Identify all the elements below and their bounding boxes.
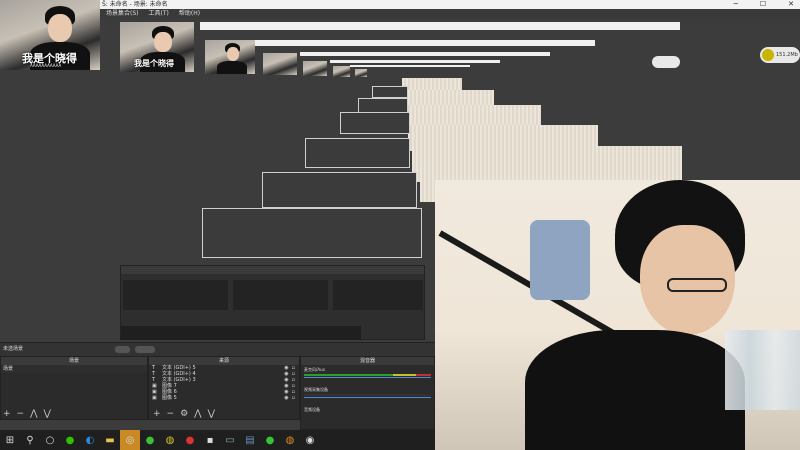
mixer-channel-1-label: 麦克风/Aux — [304, 367, 325, 372]
mixer-bottom-label: 音频设备 — [304, 407, 320, 412]
webcam-preview-2: 我是个晓得 — [120, 22, 194, 72]
scene-item[interactable]: 场景 — [1, 365, 147, 373]
nested-camera-frame-3 — [406, 105, 541, 127]
chair-back — [530, 220, 590, 300]
nested-obs-ui-6 — [202, 208, 422, 258]
menu-help[interactable]: 帮助(H) — [179, 9, 200, 19]
mixer-column-title: 混音器 — [301, 357, 434, 365]
obs-icon[interactable]: ◉ — [300, 430, 320, 450]
dock-header: 未选场景 — [0, 342, 435, 356]
add-scene-button[interactable]: + — [3, 410, 11, 420]
scenes-column-title: 场景 — [1, 357, 147, 365]
remove-source-button[interactable]: − — [167, 410, 175, 420]
nested-obs-ui-4 — [305, 138, 410, 168]
webcam-preview-3 — [205, 40, 255, 74]
netease-music-icon[interactable]: ● — [180, 430, 200, 450]
search-icon[interactable]: ⚲ — [20, 430, 40, 450]
sources-column-title: 来源 — [149, 357, 299, 365]
network-status-icon — [762, 49, 774, 61]
mixer-panel: 混音器 麦克风/Aux 视频采集设备 音频设备 — [300, 356, 435, 430]
app-green-icon[interactable]: ● — [140, 430, 160, 450]
mixer-slider-2[interactable] — [304, 397, 431, 398]
webcam-preview-large: 我是个晓得 AAAAAAAAAAA — [0, 0, 100, 70]
nested-obs-ui-5 — [262, 172, 417, 208]
source-settings-button[interactable]: ⚙ — [180, 410, 188, 420]
source-item[interactable]: ▣ 图像 5 ◉ ▫ — [149, 395, 299, 401]
webcam-preview-6 — [333, 66, 350, 77]
mixer-meter-2 — [304, 394, 431, 396]
maximize-button[interactable]: ☐ — [760, 0, 766, 9]
mixer-channel-2-label: 视频采集设备 — [304, 387, 328, 392]
nested-titlebar-1 — [200, 22, 680, 30]
scenes-header: 未选场景 — [3, 346, 24, 352]
remove-scene-button[interactable]: − — [17, 410, 25, 420]
explorer-icon[interactable]: ▬ — [100, 430, 120, 450]
source-down-button[interactable]: ⋁ — [208, 410, 215, 420]
task-view-icon[interactable]: ○ — [40, 430, 60, 450]
webcam-preview-4 — [263, 53, 297, 75]
water-bottles — [725, 330, 800, 410]
windows-start-icon[interactable]: ⊞ — [0, 430, 20, 450]
taskbar: ⊞ ⚲ ○ ● ◐ ▬ ◎ ● ◍ ● ▪ ▭ ▤ ● ◍ ◉ — [0, 430, 435, 450]
app-monitor-icon[interactable]: ▭ — [220, 430, 240, 450]
glasses — [667, 278, 727, 292]
menu-tools[interactable]: 工具(T) — [149, 9, 169, 19]
close-button[interactable]: ✕ — [788, 0, 794, 9]
source-label: 图像 5 — [162, 395, 177, 401]
minimize-button[interactable]: ─ — [734, 0, 738, 9]
nested-obs-ui-1 — [372, 86, 408, 98]
nested-obs-dock — [120, 265, 425, 340]
sources-toolbar: + − ⚙ ⋀ ⋁ — [150, 410, 300, 420]
nested-titlebar-2 — [255, 40, 595, 46]
window-title: Ŝ: 未命名 - 场景: 未命名 — [100, 0, 800, 9]
app-dark-icon[interactable]: ▪ — [200, 430, 220, 450]
steam-icon[interactable]: ◎ — [120, 430, 140, 450]
mixer-slider-1[interactable] — [304, 377, 431, 378]
wechat-icon[interactable]: ● — [60, 430, 80, 450]
edge-icon[interactable]: ◐ — [80, 430, 100, 450]
network-badge-small — [652, 56, 680, 68]
mixer-meter-1 — [304, 374, 431, 376]
menu-scene-collection[interactable]: 场景集合(S) — [106, 9, 139, 19]
network-speed: 151.2Mb — [776, 52, 798, 58]
webcam-caption: AAAAAAAAAAA — [30, 63, 62, 68]
scenes-toolbar: + − ⋀ ⋁ — [0, 410, 148, 420]
toggle-1[interactable] — [115, 346, 130, 353]
nested-obs-ui-3 — [340, 112, 410, 134]
app-store-icon[interactable]: ▤ — [240, 430, 260, 450]
webcam-preview-7 — [355, 69, 367, 77]
wechat-green-icon[interactable]: ● — [260, 430, 280, 450]
lock-icon[interactable]: ▫ — [292, 395, 295, 401]
nested-titlebar-3 — [300, 52, 550, 56]
add-source-button[interactable]: + — [153, 410, 161, 420]
person-shirt — [525, 330, 745, 450]
camera-feed — [435, 180, 800, 450]
webcam-preview-5 — [303, 61, 327, 76]
network-badge: 151.2Mb — [760, 47, 800, 63]
visibility-icon[interactable]: ◉ — [284, 395, 288, 401]
nested-titlebar-5 — [350, 65, 470, 67]
webcam-subtitle-small: 我是个晓得 — [134, 59, 174, 68]
move-down-button[interactable]: ⋁ — [43, 410, 50, 420]
image-icon: ▣ — [152, 395, 157, 401]
nested-titlebar-4 — [330, 60, 500, 63]
source-up-button[interactable]: ⋀ — [194, 410, 201, 420]
toggle-2[interactable] — [135, 346, 155, 353]
window-controls: ─ ☐ ✕ — [734, 0, 794, 9]
move-up-button[interactable]: ⋀ — [30, 410, 37, 420]
app-yellow-icon[interactable]: ◍ — [160, 430, 180, 450]
menu-bar: 场景集合(S) 工具(T) 帮助(H) — [100, 9, 800, 19]
app-orange-icon[interactable]: ◍ — [280, 430, 300, 450]
